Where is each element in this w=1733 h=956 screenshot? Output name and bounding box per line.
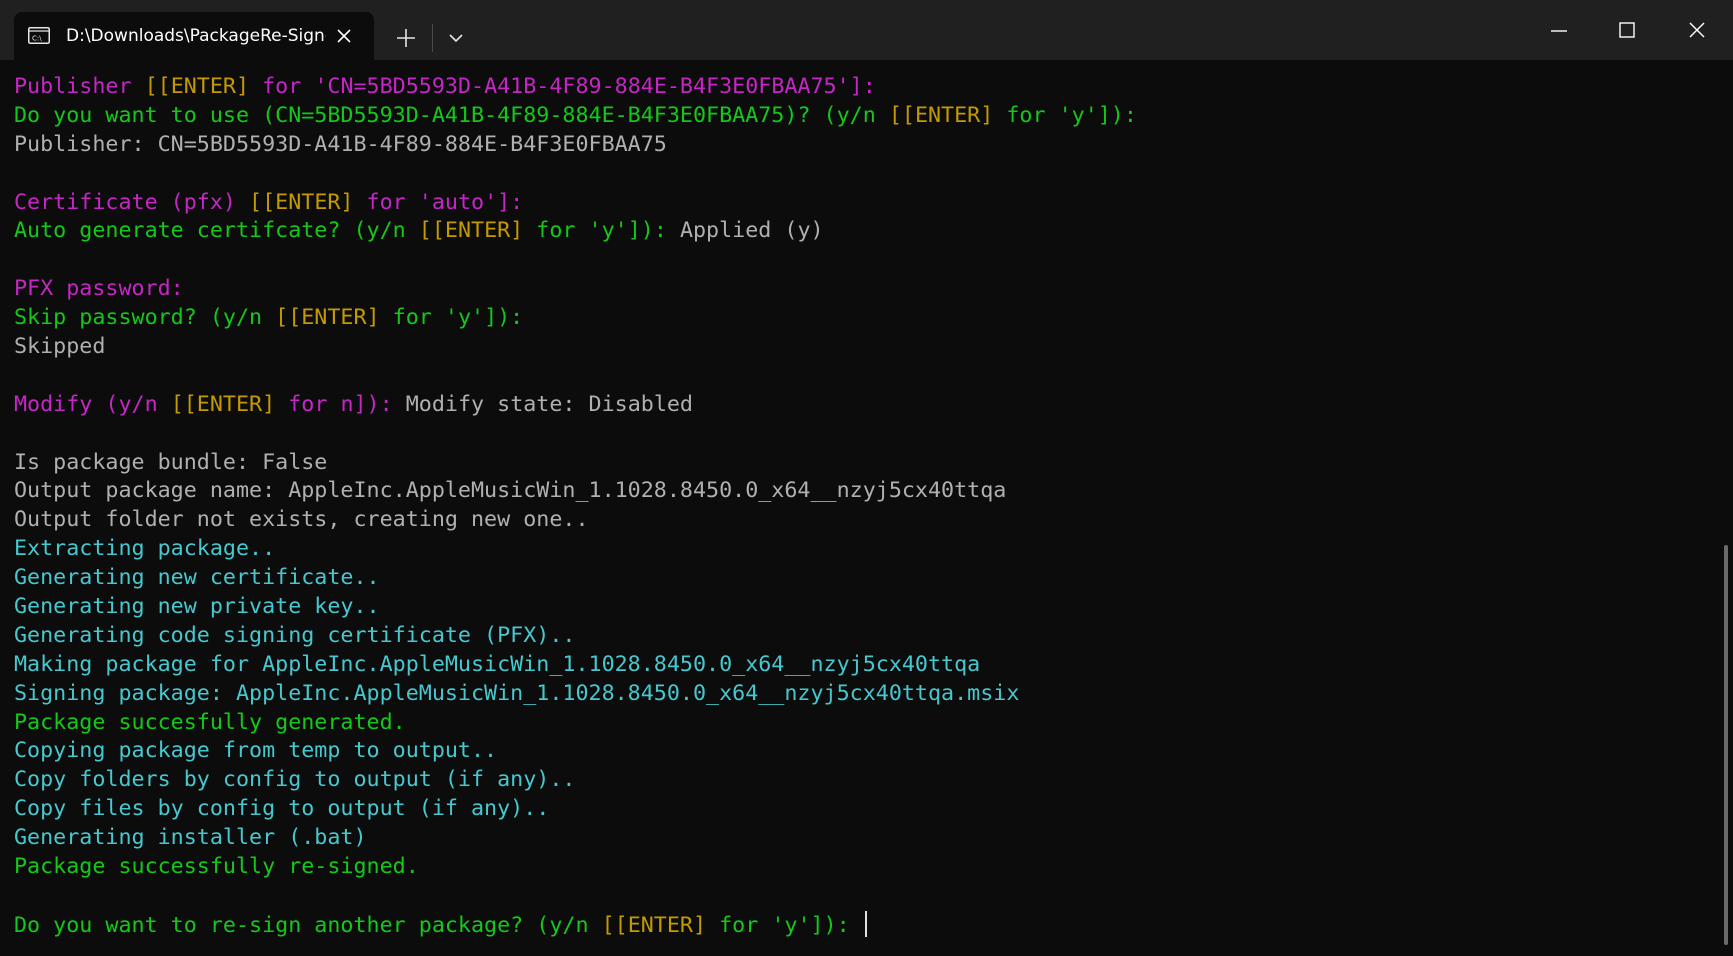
terminal-text-segment: [[ENTER]	[601, 912, 707, 938]
terminal-text-segment: Skipped	[14, 334, 106, 360]
terminal-text-segment: Output folder not exists, creating new o…	[14, 507, 589, 533]
terminal-text-segment: Generating installer (.bat)	[14, 825, 367, 851]
terminal-text-segment: for 'y']):	[993, 102, 1137, 128]
terminal-text-segment: PFX password:	[14, 276, 184, 302]
terminal-text-segment: for 'y']):	[706, 912, 863, 938]
maximize-button[interactable]	[1593, 0, 1661, 60]
terminal-line: Output package name: AppleInc.AppleMusic…	[14, 477, 1704, 506]
terminal-text-segment: [[ENTER]	[144, 74, 250, 99]
terminal-text-segment: Generating code signing certificate (PFX…	[14, 622, 576, 648]
terminal-line: Generating installer (.bat)	[14, 824, 1704, 853]
terminal-text-segment: [[ENTER]	[249, 189, 354, 215]
minimize-icon	[1551, 30, 1567, 32]
terminal-line: PFX password:	[14, 275, 1704, 304]
terminal-line: Do you want to use (CN=5BD5593D-A41B-4F8…	[14, 102, 1704, 131]
terminal-line: Making package for AppleInc.AppleMusicWi…	[14, 651, 1704, 680]
text-cursor	[864, 910, 867, 937]
terminal-text-segment: Skip password? (y/n	[14, 305, 276, 331]
terminal-line: Generating new private key..	[14, 593, 1704, 622]
terminal-text-segment: Publisher: CN=5BD5593D-A41B-4F89-884E-B4…	[14, 131, 667, 157]
terminal-text-segment: Making package for AppleInc.AppleMusicWi…	[14, 651, 981, 677]
terminal-line: Certificate (pfx) [[ENTER] for 'auto']:	[14, 189, 1704, 218]
terminal-line: Generating new certificate..	[14, 564, 1704, 593]
terminal-line: Publisher: CN=5BD5593D-A41B-4F89-884E-B4…	[14, 131, 1704, 160]
close-window-button[interactable]	[1663, 0, 1731, 60]
terminal-text-segment: Signing package: AppleInc.AppleMusicWin_…	[14, 680, 1020, 706]
maximize-icon	[1619, 22, 1635, 38]
terminal-text-segment: Copy folders by config to output (if any…	[14, 767, 576, 793]
terminal-text-segment: Do you want to re-sign another package? …	[14, 912, 602, 938]
terminal-text-segment: Output package name: AppleInc.AppleMusic…	[14, 478, 1007, 504]
terminal-text-segment: Applied (y)	[679, 218, 824, 244]
chevron-down-icon[interactable]	[440, 22, 472, 54]
terminal-text-segment: Auto generate certifcate? (y/n	[14, 218, 419, 244]
terminal-text-segment: for 'auto']:	[353, 189, 524, 215]
plus-icon[interactable]	[390, 22, 422, 54]
terminal-line: Copying package from temp to output..	[14, 737, 1704, 766]
terminal-text-segment: Modify (y/n	[14, 391, 171, 417]
terminal-tab[interactable]: C:\ D:\Downloads\PackageRe-Signer	[14, 12, 374, 60]
terminal-text-segment: Publisher	[14, 74, 145, 99]
terminal-text-segment: [[ENTER]	[170, 391, 276, 417]
terminal-text-segment: for 'y']):	[379, 305, 524, 331]
terminal-icon: C:\	[28, 27, 50, 44]
terminal-line: Auto generate certifcate? (y/n [[ENTER] …	[14, 217, 1704, 246]
close-icon	[1689, 22, 1705, 38]
terminal-text-segment: Generating new certificate..	[14, 565, 380, 591]
terminal-line: Generating code signing certificate (PFX…	[14, 622, 1704, 651]
close-icon[interactable]	[332, 24, 356, 48]
terminal-line: Copy files by config to output (if any).…	[14, 795, 1704, 824]
svg-text:C:\: C:\	[32, 35, 42, 43]
terminal-text-segment: Copying package from temp to output..	[14, 738, 498, 764]
terminal-line: Skip password? (y/n [[ENTER] for 'y']):	[14, 304, 1704, 333]
terminal-text-segment: Do you want to use (CN=5BD5593D-A41B-4F8…	[14, 102, 889, 128]
terminal-text-segment: Copy files by config to output (if any).…	[14, 796, 550, 822]
terminal-text-segment: Package succesfully generated.	[14, 709, 406, 735]
terminal-line: Extracting package..	[14, 535, 1704, 564]
terminal-text-segment: for 'y']):	[523, 218, 680, 244]
terminal-text-segment: [[ENTER]	[888, 102, 994, 128]
terminal-text-segment: Is package bundle: False	[14, 449, 328, 475]
terminal-text-segment: Generating new private key..	[14, 594, 380, 620]
terminal-line: Package succesfully generated.	[14, 709, 1704, 738]
terminal-line: Signing package: AppleInc.AppleMusicWin_…	[14, 680, 1704, 709]
terminal-line: Do you want to re-sign another package? …	[14, 910, 1704, 940]
title-bar[interactable]: C:\ D:\Downloads\PackageRe-Signer	[0, 0, 1733, 60]
terminal-text-segment: Certificate (pfx)	[14, 189, 250, 215]
terminal-text-segment: Modify state: Disabled	[405, 391, 693, 417]
terminal-text-segment: [[ENTER]	[418, 218, 524, 244]
scrollbar-thumb[interactable]	[1724, 545, 1728, 945]
terminal-line: Copy folders by config to output (if any…	[14, 766, 1704, 795]
terminal-text-segment: Package successfully re-signed.	[14, 854, 419, 880]
terminal-window: C:\ D:\Downloads\PackageRe-Signer Publis…	[0, 0, 1733, 956]
terminal-text-segment: [[ENTER]	[275, 305, 380, 331]
terminal-line: Publisher [[ENTER] for 'CN=5BD5593D-A41B…	[14, 73, 1704, 102]
terminal-text-segment: Extracting package..	[14, 536, 276, 562]
terminal-line: Skipped	[14, 333, 1704, 362]
terminal-line: Is package bundle: False	[14, 449, 1704, 478]
terminal-line: Package successfully re-signed.	[14, 853, 1704, 882]
minimize-button[interactable]	[1525, 0, 1593, 60]
tab-title: D:\Downloads\PackageRe-Signer	[66, 26, 326, 46]
terminal-text-segment: for n]):	[275, 391, 406, 417]
terminal-line: Output folder not exists, creating new o…	[14, 506, 1704, 535]
terminal-line: Modify (y/n [[ENTER] for n]): Modify sta…	[14, 391, 1704, 420]
terminal-output[interactable]: Publisher [[ENTER] for 'CN=5BD5593D-A41B…	[14, 73, 1704, 953]
terminal-text-segment: for 'CN=5BD5593D-A41B-4F89-884E-B4F3E0FB…	[249, 74, 876, 99]
tab-separator	[432, 24, 433, 52]
